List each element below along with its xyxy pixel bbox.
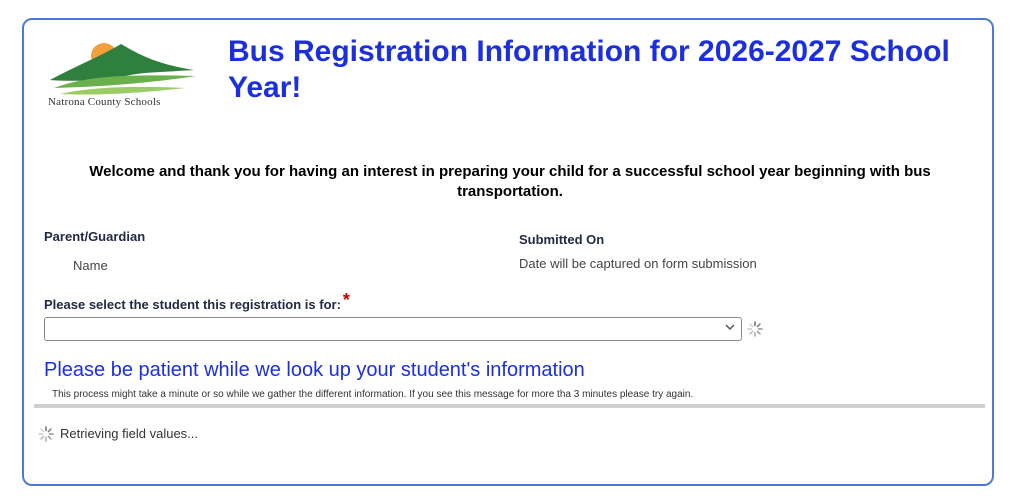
submitted-on-label: Submitted On: [519, 232, 605, 247]
student-select-dropdown[interactable]: [44, 317, 742, 341]
parent-guardian-label: Parent/Guardian: [44, 229, 146, 244]
student-select-label: Please select the student this registrat…: [44, 290, 350, 314]
retrieving-status: Retrieving field values...: [60, 426, 199, 441]
welcome-message: Welcome and thank you for having an inte…: [89, 163, 931, 200]
loading-spinner-icon: [38, 426, 54, 442]
student-select-label-text: Please select the student this registrat…: [44, 297, 341, 312]
lookup-status-heading: Please be patient while we look up your …: [44, 359, 585, 381]
logo-caption: Natrona County Schools: [48, 96, 161, 108]
parent-guardian-value: Name: [73, 258, 108, 273]
page-title: Bus Registration Information for 2026-20…: [228, 35, 950, 104]
section-divider: [34, 404, 985, 408]
lookup-status-detail: This process might take a minute or so w…: [52, 389, 694, 400]
submitted-on-value: Date will be captured on form submission: [519, 256, 757, 271]
required-indicator: *: [342, 290, 350, 310]
chevron-down-icon: [725, 324, 735, 331]
loading-spinner-icon: [747, 321, 763, 337]
